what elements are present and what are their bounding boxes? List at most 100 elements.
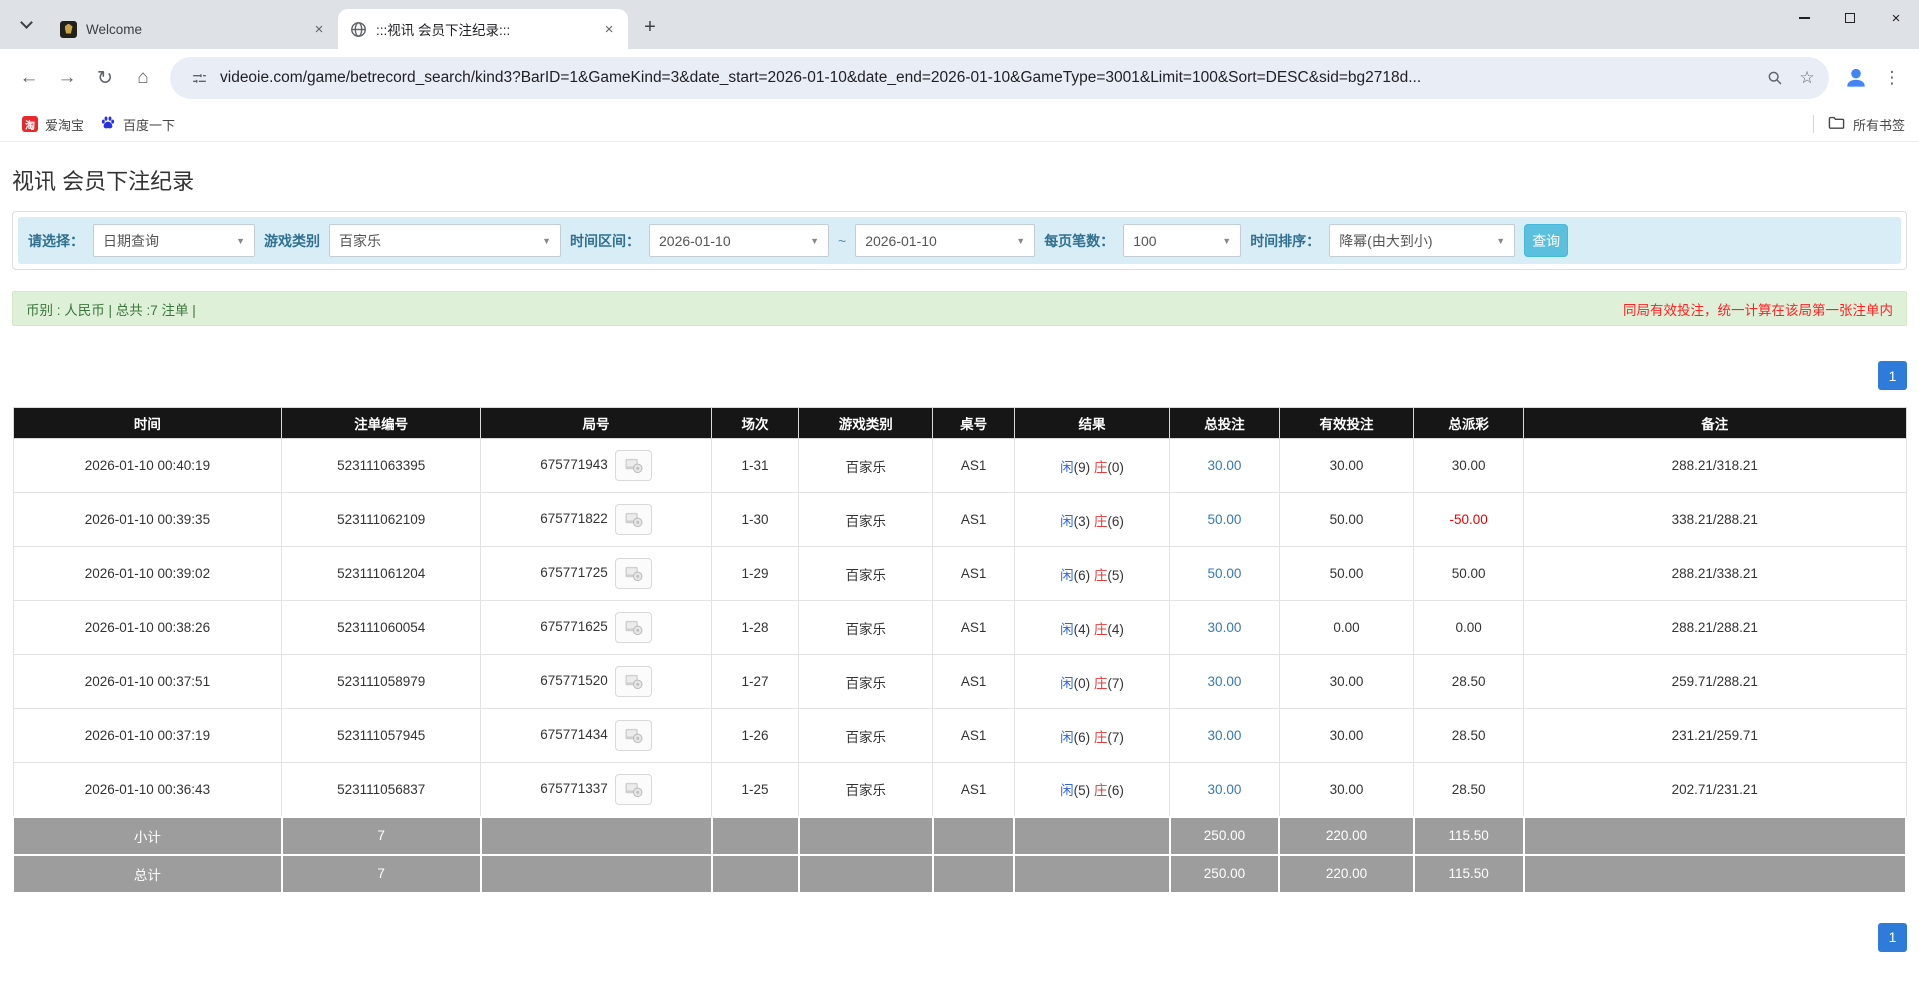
footer-total-bet: 250.00 xyxy=(1170,855,1280,893)
page-1-button[interactable]: 1 xyxy=(1878,361,1907,390)
page-1-button[interactable]: 1 xyxy=(1878,923,1907,952)
back-button[interactable]: ← xyxy=(10,59,48,97)
forward-button[interactable]: → xyxy=(48,59,86,97)
total-bet-link[interactable]: 50.00 xyxy=(1208,512,1242,527)
tab-close-icon[interactable]: × xyxy=(310,20,328,38)
player-label: 闲 xyxy=(1060,568,1074,583)
window-close-button[interactable]: × xyxy=(1873,0,1919,36)
date-end-select[interactable]: 2026-01-10 ▼ xyxy=(855,224,1035,257)
round-id: 675771822 xyxy=(540,511,608,526)
pagination-bottom: 1 xyxy=(12,923,1907,952)
window-minimize-button[interactable] xyxy=(1781,0,1827,36)
browser-tab-welcome[interactable]: Welcome × xyxy=(48,9,338,49)
browser-menu-button[interactable]: ⋮ xyxy=(1875,59,1909,97)
baidu-paw-icon xyxy=(100,115,116,134)
footer-label: 小计 xyxy=(13,817,282,855)
filter-panel: 请选择： 日期查询 ▼ 游戏类别 百家乐 ▼ 时间区间： 2026-01-10 … xyxy=(12,211,1907,270)
total-bet-link[interactable]: 30.00 xyxy=(1208,674,1242,689)
player-points: (9) xyxy=(1074,460,1094,475)
filter-bar: 请选择： 日期查询 ▼ 游戏类别 百家乐 ▼ 时间区间： 2026-01-10 … xyxy=(18,217,1901,264)
date-range-tilde: ~ xyxy=(838,233,846,249)
table-row: 2026-01-10 00:38:26523111060054675771625… xyxy=(13,601,1906,655)
footer-empty-result xyxy=(1014,817,1169,855)
player-points: (4) xyxy=(1074,622,1094,637)
cell-payout: 28.50 xyxy=(1414,655,1524,709)
total-row: 总计7250.00220.00115.50 xyxy=(13,855,1906,893)
footer-empty-result xyxy=(1014,855,1169,893)
video-replay-button[interactable] xyxy=(615,720,652,751)
player-label: 闲 xyxy=(1060,622,1074,637)
round-id: 675771625 xyxy=(540,619,608,634)
date-start-select[interactable]: 2026-01-10 ▼ xyxy=(649,224,829,257)
reload-button[interactable]: ↻ xyxy=(86,59,124,97)
zoom-icon[interactable] xyxy=(1759,62,1791,94)
window-maximize-button[interactable] xyxy=(1827,0,1873,36)
home-button[interactable]: ⌂ xyxy=(124,59,162,97)
banker-points: (7) xyxy=(1107,730,1124,745)
column-header-4: 游戏类别 xyxy=(799,408,933,439)
cell-session: 1-30 xyxy=(712,493,799,547)
notice-text: 同局有效投注，统一计算在该局第一张注单内 xyxy=(1623,299,1893,319)
video-replay-button[interactable] xyxy=(615,450,652,481)
search-button[interactable]: 查询 xyxy=(1524,224,1568,257)
cell-game: 百家乐 xyxy=(799,601,933,655)
cell-payout: 28.50 xyxy=(1414,763,1524,817)
total-bet-link[interactable]: 30.00 xyxy=(1208,620,1242,635)
round-id: 675771725 xyxy=(540,565,608,580)
column-header-9: 总派彩 xyxy=(1414,408,1524,439)
video-replay-icon xyxy=(624,673,643,690)
total-bet-link[interactable]: 30.00 xyxy=(1208,458,1242,473)
page-title: 视讯 会员下注纪录 xyxy=(12,164,1907,196)
video-replay-icon xyxy=(624,727,643,744)
back-icon: ← xyxy=(20,67,39,89)
total-bet-link[interactable]: 30.00 xyxy=(1208,782,1242,797)
player-label: 闲 xyxy=(1060,514,1074,529)
maximize-icon xyxy=(1845,13,1855,23)
cell-time: 2026-01-10 00:39:02 xyxy=(13,547,282,601)
query-type-select[interactable]: 日期查询 ▼ xyxy=(93,224,255,257)
column-header-10: 备注 xyxy=(1524,408,1906,439)
footer-empty-note xyxy=(1524,817,1906,855)
round-id: 675771943 xyxy=(540,457,608,472)
video-replay-button[interactable] xyxy=(615,774,652,805)
column-header-8: 有效投注 xyxy=(1279,408,1413,439)
total-bet-link[interactable]: 30.00 xyxy=(1208,728,1242,743)
profile-avatar[interactable] xyxy=(1837,59,1875,97)
cell-bet-id: 523111058979 xyxy=(282,655,481,709)
per-page-select[interactable]: 100 ▼ xyxy=(1123,224,1241,257)
url-text[interactable]: videoie.com/game/betrecord_search/kind3?… xyxy=(220,69,1759,87)
banker-points: (6) xyxy=(1107,514,1124,529)
game-kind-select[interactable]: 百家乐 ▼ xyxy=(329,224,561,257)
game-kind-value: 百家乐 xyxy=(339,231,381,251)
address-bar[interactable]: videoie.com/game/betrecord_search/kind3?… xyxy=(170,57,1829,99)
video-replay-button[interactable] xyxy=(615,612,652,643)
cell-total-bet: 30.00 xyxy=(1170,763,1280,817)
all-bookmarks-button[interactable]: 所有书签 xyxy=(1828,115,1905,134)
video-replay-button[interactable] xyxy=(615,504,652,535)
footer-empty-note xyxy=(1524,855,1906,893)
cell-total-bet: 30.00 xyxy=(1170,709,1280,763)
bookmark-baidu[interactable]: 百度一下 xyxy=(92,111,183,138)
new-tab-button[interactable]: + xyxy=(636,13,664,41)
banker-label: 庄 xyxy=(1094,622,1108,637)
video-replay-button[interactable] xyxy=(615,558,652,589)
cell-session: 1-28 xyxy=(712,601,799,655)
sort-select[interactable]: 降幂(由大到小) ▼ xyxy=(1329,224,1515,257)
tab-search-button[interactable] xyxy=(12,11,40,39)
site-info-icon[interactable] xyxy=(184,63,214,93)
browser-tab-betrecord[interactable]: :::视讯 会员下注纪录::: × xyxy=(338,9,628,49)
cell-game: 百家乐 xyxy=(799,763,933,817)
cell-payout: 50.00 xyxy=(1414,547,1524,601)
footer-empty-round xyxy=(481,817,712,855)
cell-game: 百家乐 xyxy=(799,547,933,601)
kebab-menu-icon: ⋮ xyxy=(1884,68,1901,88)
minimize-icon xyxy=(1799,17,1810,18)
tab-close-icon[interactable]: × xyxy=(600,20,618,38)
total-bet-link[interactable]: 50.00 xyxy=(1208,566,1242,581)
video-replay-icon xyxy=(624,565,643,582)
footer-empty-table xyxy=(933,855,1014,893)
video-replay-button[interactable] xyxy=(615,666,652,697)
bookmark-aitaobao[interactable]: 淘 爱淘宝 xyxy=(14,111,92,138)
bookmark-star-icon[interactable]: ☆ xyxy=(1791,62,1823,94)
forward-icon: → xyxy=(58,67,77,89)
